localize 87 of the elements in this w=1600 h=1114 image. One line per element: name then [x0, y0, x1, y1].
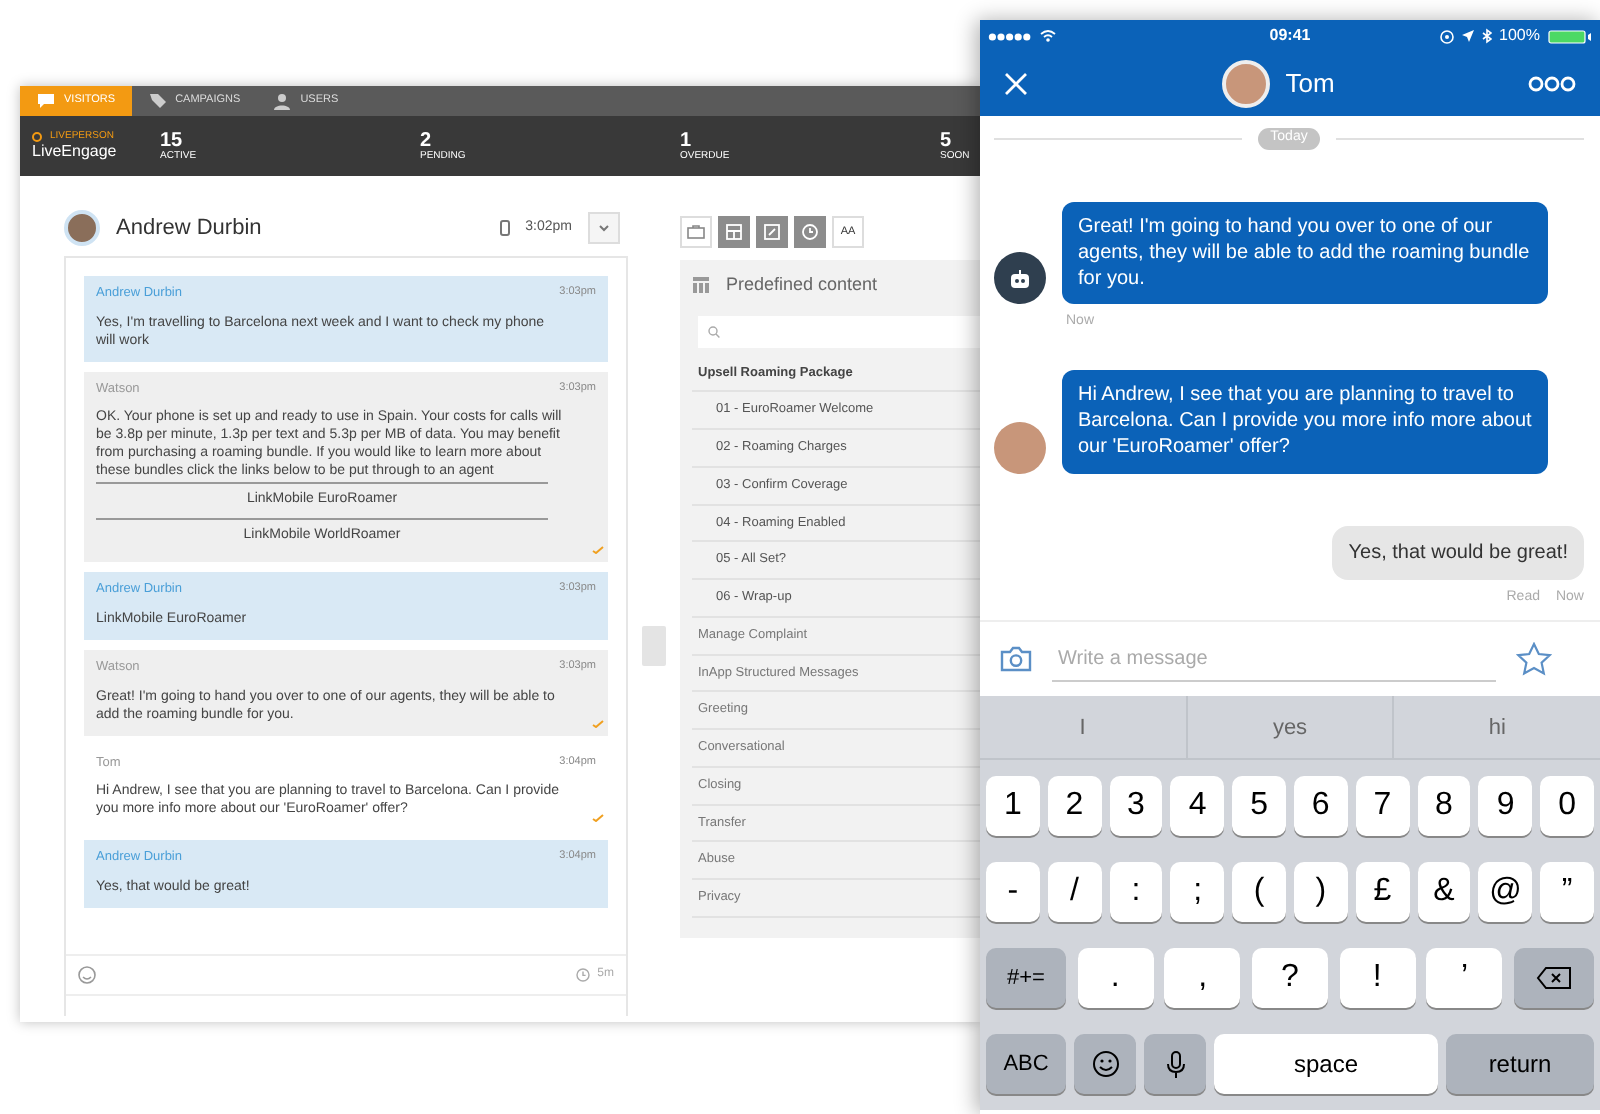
- toolbar-button[interactable]: [794, 216, 826, 248]
- keyboard-key[interactable]: .: [1077, 948, 1154, 1008]
- close-icon[interactable]: [1004, 72, 1028, 96]
- logo-icon: [32, 131, 42, 142]
- panel-title: Predefined content: [726, 272, 878, 298]
- camera-icon[interactable]: [1000, 646, 1032, 672]
- stat-value: 15: [160, 130, 183, 152]
- keyboard-key[interactable]: 6: [1293, 776, 1348, 836]
- layout-icon: [724, 222, 744, 242]
- keyboard-key[interactable]: :: [1109, 862, 1163, 922]
- keyboard-key[interactable]: £: [1355, 862, 1410, 922]
- toolbar-button[interactable]: [718, 216, 750, 248]
- backspace-icon: [1535, 966, 1572, 990]
- bluetooth-icon: [1481, 28, 1492, 44]
- search-icon: [708, 325, 720, 337]
- agent-avatar: [994, 421, 1046, 474]
- user-icon: [272, 91, 293, 111]
- message-bubble: Great! I'm going to hand you over to one of our agents, they will be able to add the roaming bundle for you.: [1062, 201, 1548, 305]
- keyboard-key[interactable]: #+=: [986, 948, 1066, 1008]
- keyboard-key[interactable]: !: [1339, 948, 1416, 1008]
- emoji-icon: [1091, 1050, 1119, 1078]
- suggestion[interactable]: yes: [1187, 696, 1395, 760]
- keyboard-key[interactable]: /: [1047, 862, 1102, 922]
- emoji-icon[interactable]: [78, 966, 96, 984]
- keyboard-key[interactable]: 3: [1109, 776, 1163, 836]
- robot-icon: [1008, 267, 1032, 290]
- phone-icon: [499, 220, 510, 236]
- clock-icon: [575, 968, 590, 982]
- location-icon: [1461, 30, 1474, 42]
- stat-value: 1: [680, 130, 692, 152]
- keyboard-key[interactable]: -: [986, 862, 1040, 922]
- message-bubble: Yes, that would be great!: [1332, 525, 1584, 580]
- stat-value: 2: [420, 130, 432, 152]
- keyboard-key[interactable]: 2: [1047, 776, 1102, 836]
- keyboard-key[interactable]: ’: [1426, 948, 1503, 1008]
- edit-icon: [762, 222, 782, 242]
- keyboard-key[interactable]: @: [1478, 862, 1533, 922]
- keyboard-key[interactable]: ”: [1540, 862, 1594, 922]
- keyboard-key[interactable]: space: [1214, 1034, 1438, 1094]
- keyboard-key[interactable]: ;: [1170, 862, 1225, 922]
- keyboard-key[interactable]: [1144, 1034, 1206, 1094]
- suggestion[interactable]: I: [980, 696, 1188, 760]
- search-field[interactable]: [698, 315, 980, 347]
- keyboard-key[interactable]: 5: [1232, 776, 1286, 836]
- keyboard-key[interactable]: [1074, 1034, 1136, 1094]
- keyboard-key[interactable]: 4: [1170, 776, 1225, 836]
- signal-icon: [988, 31, 1032, 41]
- keyboard-key[interactable]: (: [1232, 862, 1286, 922]
- stat-value: 5: [940, 130, 952, 152]
- keyboard-key[interactable]: ): [1293, 862, 1348, 922]
- battery-icon: [1548, 29, 1592, 43]
- keyboard-key[interactable]: &: [1417, 862, 1471, 922]
- chevron-down-icon: [598, 224, 610, 232]
- check-icon: [592, 546, 604, 555]
- grid-icon: [692, 276, 710, 295]
- suggestion[interactable]: hi: [1394, 696, 1600, 760]
- collapse-handle[interactable]: [642, 626, 666, 666]
- star-icon[interactable]: [1516, 642, 1552, 676]
- visitor-name: Andrew Durbin: [116, 213, 262, 244]
- contact-name: Tom: [1285, 66, 1335, 103]
- keyboard-key[interactable]: 7: [1355, 776, 1410, 836]
- tag-icon: [147, 91, 168, 111]
- microphone-icon: [1165, 1049, 1185, 1079]
- clock-time: 09:41: [1267, 24, 1313, 48]
- keyboard-key[interactable]: 8: [1417, 776, 1471, 836]
- chat-icon: [36, 91, 56, 111]
- keyboard-key[interactable]: 0: [1540, 776, 1594, 836]
- keyboard-key[interactable]: 1: [986, 776, 1040, 836]
- keyboard-key[interactable]: ABC: [986, 1034, 1066, 1094]
- check-icon: [592, 719, 604, 728]
- product-name: LiveEngage: [32, 141, 119, 161]
- keyboard-key[interactable]: ,: [1164, 948, 1241, 1008]
- history-icon: [800, 222, 820, 242]
- battery-level: 100%: [1499, 24, 1540, 48]
- toolbar-button[interactable]: [756, 216, 788, 248]
- dropdown-button[interactable]: [588, 212, 620, 244]
- more-icon[interactable]: [1528, 76, 1576, 92]
- briefcase-icon: [686, 222, 706, 242]
- wifi-icon: [1040, 30, 1056, 42]
- avatar: [1221, 60, 1270, 108]
- message-bubble: Hi Andrew, I see that you are planning to travel to Barcelona. Can I provide you more info more about our 'EuroRoamer' offer?: [1062, 369, 1548, 474]
- keyboard-key[interactable]: ?: [1251, 948, 1328, 1008]
- avatar: [64, 210, 100, 246]
- keyboard-key[interactable]: 9: [1478, 776, 1533, 836]
- check-icon: [592, 814, 604, 823]
- keyboard-key[interactable]: return: [1446, 1034, 1594, 1094]
- keyboard-key[interactable]: [1513, 948, 1594, 1008]
